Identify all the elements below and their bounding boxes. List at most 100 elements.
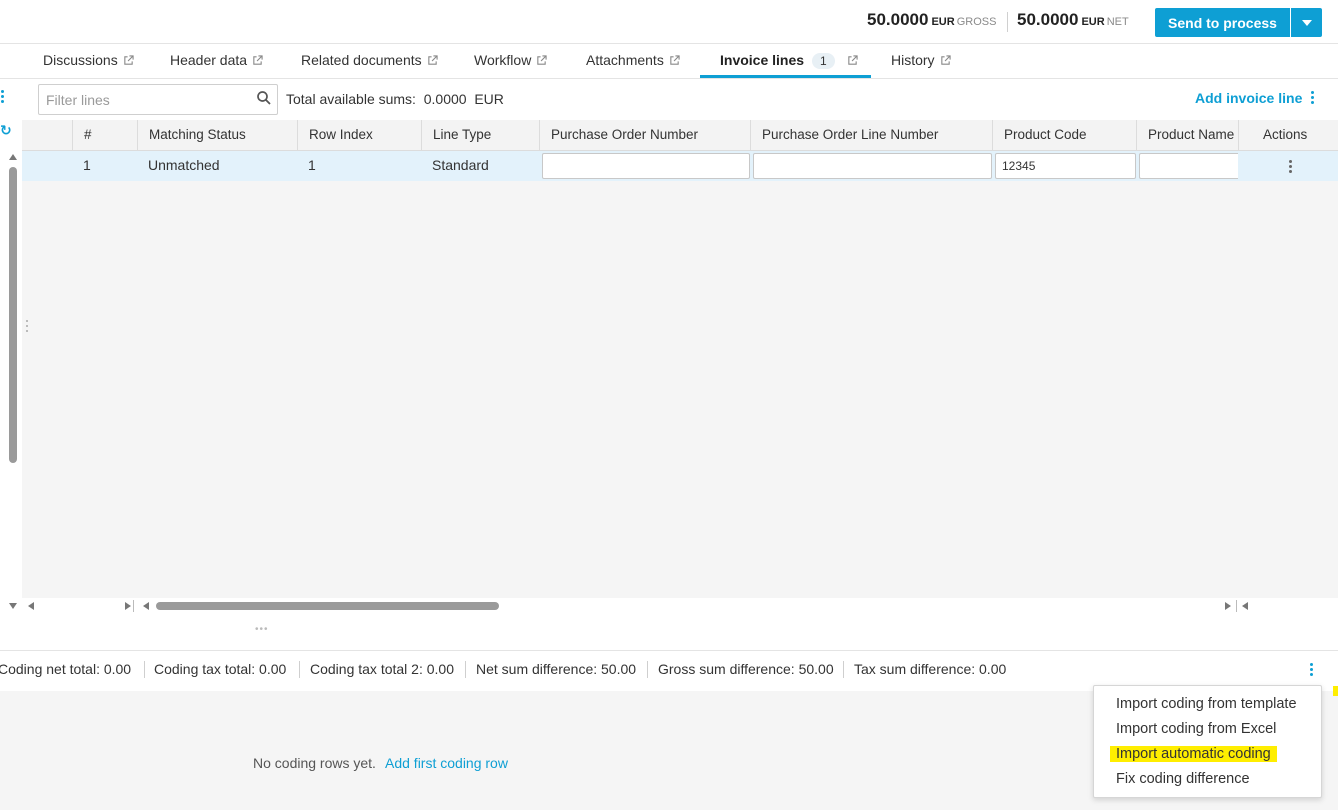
send-to-process-button[interactable]: Send to process: [1155, 8, 1290, 37]
actions-cell: [1238, 151, 1338, 181]
add-first-coding-row-link[interactable]: Add first coding row: [385, 755, 508, 771]
column-header-actions: Actions: [1238, 120, 1338, 151]
column-header-po-number[interactable]: Purchase Order Number: [539, 120, 750, 151]
totals-label: Total available sums:: [286, 91, 416, 107]
scroll-left-arrow-icon[interactable]: [143, 602, 149, 610]
summary-divider: [299, 661, 300, 678]
highlight-marker: [1333, 686, 1338, 696]
coding-tax-total: Coding tax total: 0.00: [154, 661, 287, 677]
column-header-po-line-number[interactable]: Purchase Order Line Number: [750, 120, 992, 151]
column-header-number[interactable]: #: [72, 120, 137, 151]
summary-divider: [465, 661, 466, 678]
side-menu-icon[interactable]: [0, 90, 4, 104]
scroll-divider: [1236, 600, 1237, 612]
cell-row-index: 1: [308, 157, 316, 173]
tab-label: Invoice lines: [720, 52, 805, 68]
gross-sum: 50.0000 EUR GROSS: [867, 10, 996, 30]
no-coding-rows-text: No coding rows yet.: [253, 755, 376, 771]
external-link-icon[interactable]: [427, 55, 438, 66]
table-row[interactable]: 1 Unmatched 1 Standard: [22, 151, 1338, 181]
tab-workflow[interactable]: Workflow: [474, 44, 547, 79]
external-link-icon[interactable]: [536, 55, 547, 66]
coding-options-menu: Import coding from template Import codin…: [1093, 685, 1322, 798]
tab-history[interactable]: History: [891, 44, 951, 79]
column-header-product-code[interactable]: Product Code: [992, 120, 1136, 151]
tab-label: Discussions: [43, 52, 118, 68]
tab-bar: Discussions Header data Related document…: [0, 44, 1338, 79]
external-link-icon[interactable]: [123, 55, 134, 66]
row-actions-icon[interactable]: [1288, 160, 1292, 174]
tab-label: Workflow: [474, 52, 532, 68]
gross-currency: EUR: [931, 16, 955, 28]
more-options-icon[interactable]: [1310, 91, 1314, 105]
highlighted-label: Import automatic coding: [1110, 746, 1277, 762]
add-invoice-line-button[interactable]: Add invoice line: [1195, 90, 1302, 106]
tab-attachments[interactable]: Attachments: [586, 44, 680, 79]
search-icon[interactable]: [256, 90, 272, 106]
column-header-matching-status[interactable]: Matching Status: [137, 120, 297, 151]
totals-value: 0.0000: [423, 91, 467, 107]
column-header-product-name[interactable]: Product Name: [1136, 120, 1238, 151]
summary-divider: [144, 661, 145, 678]
filter-lines-input[interactable]: [38, 84, 278, 115]
totals-currency: EUR: [474, 91, 504, 107]
tab-label: Header data: [170, 52, 248, 68]
gross-amount: 50.0000: [867, 10, 929, 29]
tax-sum-difference: Tax sum difference: 0.00: [854, 661, 1007, 677]
summary-divider: [647, 661, 648, 678]
product-code-input[interactable]: [995, 153, 1136, 179]
splitter-grip-icon[interactable]: •••: [255, 624, 269, 635]
vertical-scroll-thumb[interactable]: [9, 167, 17, 463]
net-sum-difference: Net sum difference: 50.00: [476, 661, 637, 677]
external-link-icon[interactable]: [847, 55, 858, 66]
scroll-left-arrow-icon[interactable]: [28, 602, 34, 610]
gross-sum-difference: Gross sum difference: 50.00: [658, 661, 834, 677]
column-header-line-type[interactable]: Line Type: [421, 120, 539, 151]
coding-tax-total-2: Coding tax total 2: 0.00: [310, 661, 454, 677]
grid-header: # Matching Status Row Index Line Type Pu…: [22, 120, 1338, 151]
menu-item-import-automatic-coding[interactable]: Import automatic coding: [1110, 746, 1277, 762]
resize-grip-icon[interactable]: [26, 320, 29, 334]
summary-divider: [843, 661, 844, 678]
gross-label: GROSS: [956, 16, 997, 28]
tab-label: Related documents: [301, 52, 422, 68]
net-label: NET: [1106, 16, 1129, 28]
scroll-right-arrow-icon[interactable]: [125, 602, 131, 610]
scroll-divider: [133, 600, 134, 612]
net-amount: 50.0000: [1017, 10, 1079, 29]
invoice-lines-grid: # Matching Status Row Index Line Type Pu…: [22, 120, 1338, 598]
external-link-icon[interactable]: [940, 55, 951, 66]
tab-header-data[interactable]: Header data: [170, 44, 263, 79]
column-header-row-index[interactable]: Row Index: [297, 120, 421, 151]
po-number-input[interactable]: [542, 153, 750, 179]
sum-divider: [1007, 12, 1008, 32]
scroll-down-arrow-icon[interactable]: [9, 603, 17, 609]
menu-item-import-from-excel[interactable]: Import coding from Excel: [1116, 721, 1276, 737]
net-currency: EUR: [1081, 16, 1105, 28]
active-tab-indicator: [700, 75, 871, 78]
cell-number: 1: [83, 157, 91, 173]
coding-options-icon[interactable]: [1309, 663, 1313, 677]
scroll-right-arrow-icon[interactable]: [1225, 602, 1231, 610]
top-bar: 50.0000 EUR GROSS 50.0000 EUR NET Send to pr…: [0, 0, 1338, 44]
refresh-icon[interactable]: ↻: [0, 122, 12, 139]
cell-matching-status: Unmatched: [148, 157, 220, 173]
menu-item-fix-coding-difference[interactable]: Fix coding difference: [1116, 771, 1250, 787]
po-line-number-input[interactable]: [753, 153, 992, 179]
product-name-input[interactable]: [1139, 153, 1238, 179]
external-link-icon[interactable]: [669, 55, 680, 66]
send-options-dropdown-button[interactable]: [1291, 8, 1322, 37]
horizontal-scroll-thumb[interactable]: [156, 602, 499, 610]
tab-discussions[interactable]: Discussions: [43, 44, 134, 79]
external-link-icon[interactable]: [252, 55, 263, 66]
net-sum: 50.0000 EUR NET: [1017, 10, 1129, 30]
scroll-up-arrow-icon[interactable]: [9, 154, 17, 160]
tab-related-documents[interactable]: Related documents: [301, 44, 438, 79]
scroll-left-arrow-icon[interactable]: [1242, 602, 1248, 610]
menu-item-import-from-template[interactable]: Import coding from template: [1116, 696, 1297, 712]
total-available-sums: Total available sums: 0.0000 EUR: [286, 91, 504, 107]
cell-line-type: Standard: [432, 157, 489, 173]
tab-label: Attachments: [586, 52, 664, 68]
tab-label: History: [891, 52, 935, 68]
tab-invoice-lines[interactable]: Invoice lines 1: [720, 44, 858, 79]
